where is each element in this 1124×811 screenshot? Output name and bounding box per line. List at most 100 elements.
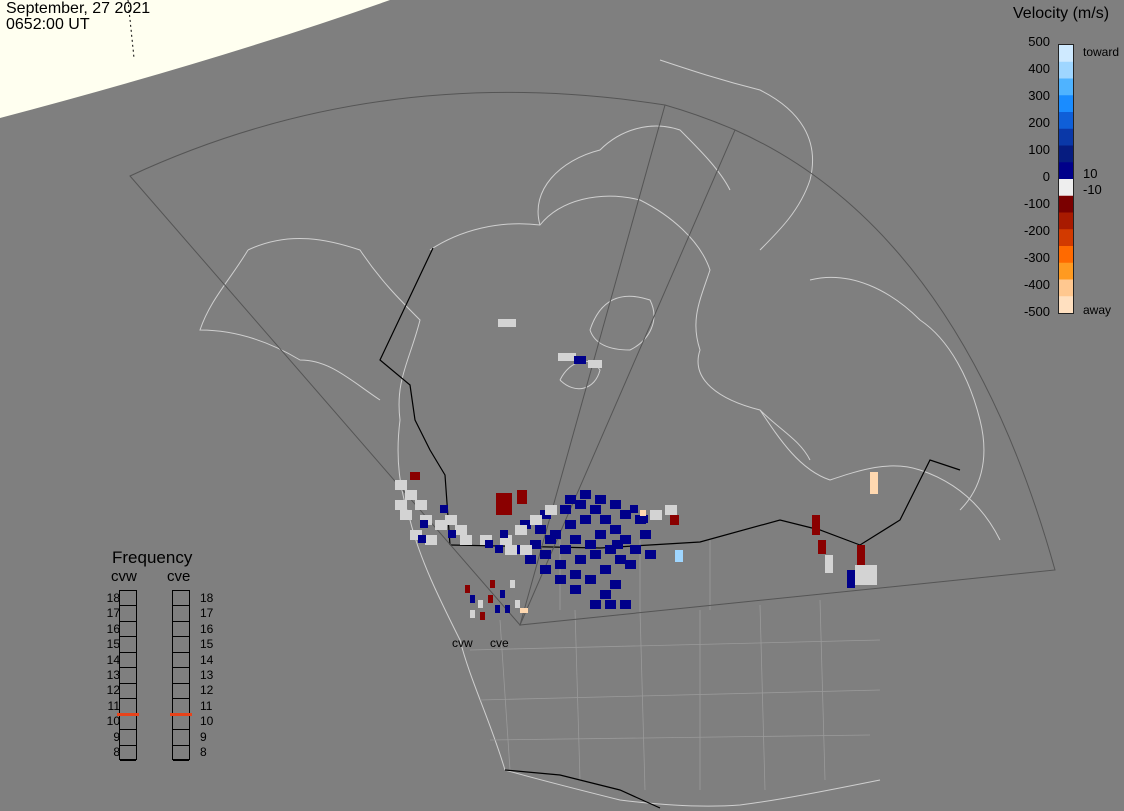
echo-cell [496, 493, 512, 515]
echo-cell [580, 490, 591, 499]
frequency-cell [120, 668, 136, 684]
echo-cell [535, 525, 546, 534]
velocity-colorbar [1058, 44, 1074, 314]
echo-cell [420, 520, 428, 528]
echo-cell [640, 530, 651, 539]
echo-cell [515, 600, 520, 608]
echo-cell [570, 535, 581, 544]
echo-cell [418, 535, 426, 543]
echo-cell [612, 540, 623, 549]
frequency-cell [120, 715, 136, 731]
frequency-cell [120, 730, 136, 746]
echo-cell [465, 585, 470, 593]
frequency-level-label: 8 [200, 745, 207, 760]
frequency-title: Frequency [112, 548, 193, 567]
echo-cell [818, 540, 826, 554]
legend-tick: -100 [1023, 196, 1050, 211]
echo-cell [540, 565, 551, 574]
echo-cell [395, 500, 407, 510]
echo-cell [812, 515, 820, 535]
radar-map-view: September, 27 2021 0652:00 UT Velocity (… [0, 0, 1124, 811]
echo-cell [530, 515, 542, 525]
frequency-cell [120, 591, 136, 607]
echo-cell [480, 612, 485, 620]
echo-cell [640, 515, 648, 523]
echo-cell [610, 525, 621, 534]
frequency-cell [173, 653, 189, 669]
frequency-level-label: 10 [200, 714, 214, 729]
echo-cell [400, 510, 412, 520]
frequency-cell [173, 622, 189, 638]
north-america-map [0, 0, 1073, 809]
frequency-cell [173, 746, 189, 761]
echo-cell [650, 510, 662, 520]
legend-tick: 100 [1028, 142, 1050, 157]
frequency-cell [120, 653, 136, 669]
echo-cell [595, 495, 606, 504]
frequency-level-label: 14 [200, 652, 214, 667]
echo-cell [605, 600, 616, 609]
coastlines [199, 59, 1001, 807]
legend-tick: 400 [1028, 61, 1050, 76]
echo-cell [460, 535, 472, 545]
echo-cell [600, 590, 611, 599]
frequency-level-label: 13 [200, 668, 214, 682]
echo-cell [448, 530, 456, 538]
echo-cell [555, 560, 566, 569]
frequency-level-label: 9 [200, 729, 207, 744]
legend-tick: -400 [1023, 277, 1050, 292]
echo-cell [560, 505, 571, 514]
echo-cell [590, 550, 601, 559]
echo-cell [855, 565, 877, 585]
frequency-cell [120, 684, 136, 700]
frequency-cell [120, 606, 136, 622]
frequency-level-label: 10 [106, 714, 120, 729]
echo-cell [545, 505, 557, 515]
echo-cell [515, 525, 527, 535]
radar-label-cve: cve [167, 568, 191, 585]
echo-cell [525, 555, 536, 564]
echo-cell [585, 575, 596, 584]
frequency-cell [173, 606, 189, 622]
echo-cell [600, 515, 611, 524]
echo-cell [665, 505, 677, 515]
toward-label: toward [1083, 45, 1120, 59]
echo-cell [590, 600, 601, 609]
frequency-marker [170, 712, 192, 716]
echo-cell [440, 505, 448, 513]
frequency-level-label: 9 [113, 729, 120, 744]
echo-cell [675, 550, 683, 562]
echo-cell [395, 480, 407, 490]
echo-cell [498, 319, 516, 327]
frequency-level-label: 14 [106, 652, 120, 667]
legend-tick: -500 [1023, 304, 1050, 319]
echo-cell [595, 530, 606, 539]
province-lines [469, 540, 881, 791]
echo-cell [455, 525, 467, 535]
frequency-cell [120, 622, 136, 638]
time-label: 0652:00 UT [6, 16, 90, 33]
echo-cell [410, 472, 420, 480]
echo-cell [575, 500, 586, 509]
echo-cell [588, 360, 602, 368]
echo-cell [478, 600, 483, 608]
echo-cell [415, 500, 427, 510]
frequency-level-label: 12 [106, 683, 120, 698]
radar-label-cvw: cvw [111, 568, 137, 585]
away-label: away [1083, 303, 1112, 317]
frequency-cell [173, 715, 189, 731]
echo-cell [405, 490, 417, 500]
echo-cell [870, 472, 878, 494]
frequency-cell [173, 730, 189, 746]
legend-tick: 0 [1042, 169, 1050, 184]
echo-cell [505, 545, 517, 555]
site-label-cvw: cvw [452, 636, 473, 650]
site-label-cve: cve [490, 636, 509, 650]
echo-cell [490, 580, 495, 588]
echo-cell [500, 590, 505, 598]
legend-tick: -300 [1023, 250, 1050, 265]
frequency-level-label: 17 [106, 606, 120, 621]
echo-cell [565, 495, 576, 504]
echo-cell [570, 585, 581, 594]
echo-cell [670, 515, 679, 525]
